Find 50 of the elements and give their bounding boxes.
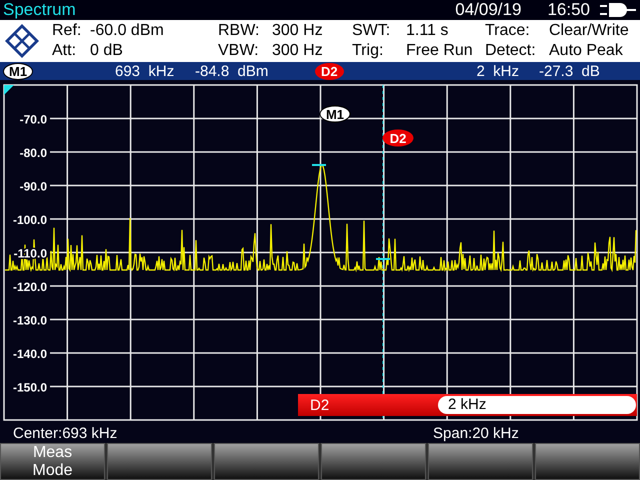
setting-value: 300 Hz: [272, 42, 324, 60]
delta-input-field[interactable]: 2 kHz: [438, 396, 636, 414]
delta-level: -27.3 dB: [539, 62, 601, 80]
setting-value: 1.11 s: [406, 22, 450, 40]
setting-label: Att:: [52, 42, 78, 60]
span-value: Span:20 kHz: [433, 425, 519, 442]
logo-icon: [5, 24, 39, 58]
marker-level: -84.8 dBm: [195, 62, 270, 80]
marker-tick: [376, 258, 390, 260]
setting-label: Trig:: [352, 42, 384, 60]
axis-label: -150.0: [12, 380, 47, 394]
axis-label: -130.0: [12, 314, 47, 328]
screen-title: Spectrum: [3, 0, 77, 20]
time-text: 16:50: [547, 0, 590, 20]
setting-value: 0 dB: [90, 42, 124, 60]
setting-value: -60.0 dBm: [90, 22, 165, 40]
axis-label: -90.0: [20, 180, 47, 194]
setting-value: Clear/Write: [549, 22, 630, 40]
softkey-button[interactable]: [321, 443, 426, 480]
marker-tick: [312, 164, 326, 166]
axis-label: -80.0: [20, 146, 47, 160]
setting-value: 300 Hz: [272, 22, 324, 40]
marker-badge: M1: [3, 62, 34, 80]
setting-label: Trace:: [485, 22, 531, 40]
setting-value: Free Run: [406, 42, 474, 60]
setting-label: SWT:: [352, 22, 392, 40]
delta-frequency: 2 kHz: [476, 62, 519, 80]
softkey-button[interactable]: [428, 443, 533, 480]
setting-label: VBW:: [218, 42, 260, 60]
axis-label: -100.0: [12, 213, 47, 227]
marker-badge: D2: [382, 130, 414, 146]
marker-badge: M1: [320, 106, 350, 122]
date-text: 04/09/19: [455, 0, 522, 20]
setting-label: Ref:: [52, 22, 82, 40]
axis-label: -120.0: [12, 280, 47, 294]
axis-label: -140.0: [12, 347, 47, 361]
axis-label: -70.0: [20, 112, 47, 126]
setting-value: Auto Peak: [549, 42, 624, 60]
marker-badge: D2: [315, 62, 344, 80]
softkey-button[interactable]: [214, 443, 319, 480]
delta-label: D2: [310, 396, 330, 414]
softkey-button[interactable]: Meas Mode: [0, 443, 105, 480]
center-frequency: Center:693 kHz: [13, 425, 118, 442]
softkey-button[interactable]: [535, 443, 640, 480]
marker-frequency: 693 kHz: [115, 62, 176, 80]
battery-icon: [600, 3, 636, 17]
setting-label: RBW:: [218, 22, 260, 40]
setting-label: Detect:: [485, 42, 537, 60]
softkey-button[interactable]: [107, 443, 212, 480]
corner-icon: [4, 85, 14, 95]
